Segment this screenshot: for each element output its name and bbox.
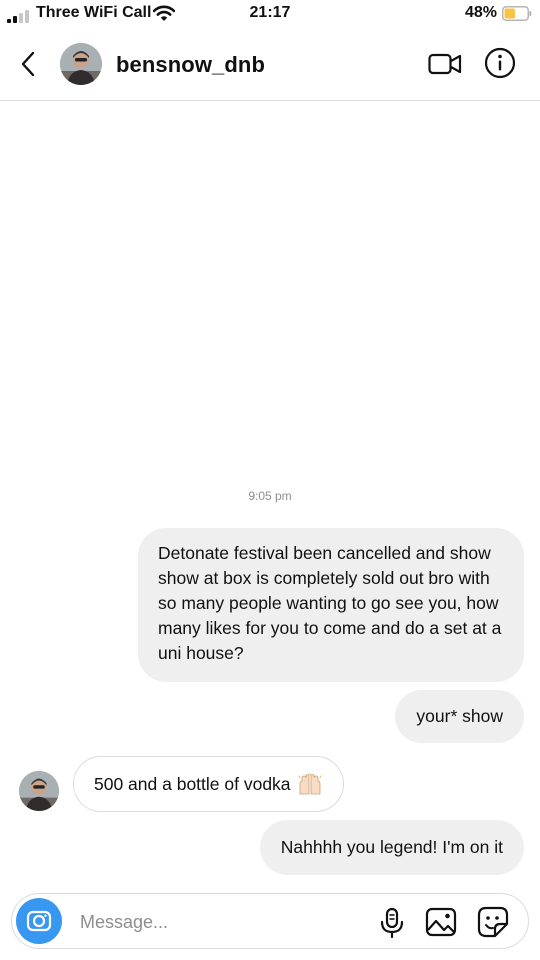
- chat-header: bensnow_dnb: [0, 28, 540, 101]
- battery-icon: [502, 6, 532, 21]
- sent-message[interactable]: Nahhhh you legend! I'm on it: [259, 820, 524, 875]
- status-bar: Three WiFi Call 21:17 48%: [0, 0, 540, 28]
- chevron-left-icon[interactable]: [18, 50, 38, 78]
- sticker-icon[interactable]: [477, 906, 509, 938]
- message-text: Nahhhh you legend! I'm on it: [280, 837, 503, 857]
- received-message[interactable]: 500 and a bottle of vodka: [73, 756, 344, 812]
- sender-avatar[interactable]: [19, 771, 59, 811]
- camera-button[interactable]: [16, 898, 62, 944]
- message-input[interactable]: [78, 906, 362, 938]
- raising-hands-emoji: [298, 773, 322, 795]
- camera-icon: [26, 910, 52, 932]
- microphone-icon[interactable]: [378, 907, 406, 939]
- message-composer: [11, 893, 529, 949]
- message-text: Detonate festival been cancelled and sho…: [158, 543, 502, 663]
- gallery-icon[interactable]: [425, 906, 457, 938]
- info-icon[interactable]: [484, 47, 516, 79]
- avatar[interactable]: [60, 43, 102, 85]
- battery-percent: 48%: [464, 4, 497, 21]
- status-time: 21:17: [249, 4, 291, 21]
- sent-message[interactable]: Detonate festival been cancelled and sho…: [138, 528, 524, 682]
- avatar-photo: [60, 43, 102, 85]
- avatar-photo: [19, 771, 59, 811]
- message-text: your* show: [416, 706, 503, 726]
- message-text: 500 and a bottle of vodka: [94, 773, 291, 794]
- message-timestamp: 9:05 pm: [248, 489, 292, 503]
- sent-message[interactable]: your* show: [395, 690, 524, 743]
- video-call-icon[interactable]: [428, 50, 462, 78]
- chat-username[interactable]: bensnow_dnb: [116, 52, 265, 78]
